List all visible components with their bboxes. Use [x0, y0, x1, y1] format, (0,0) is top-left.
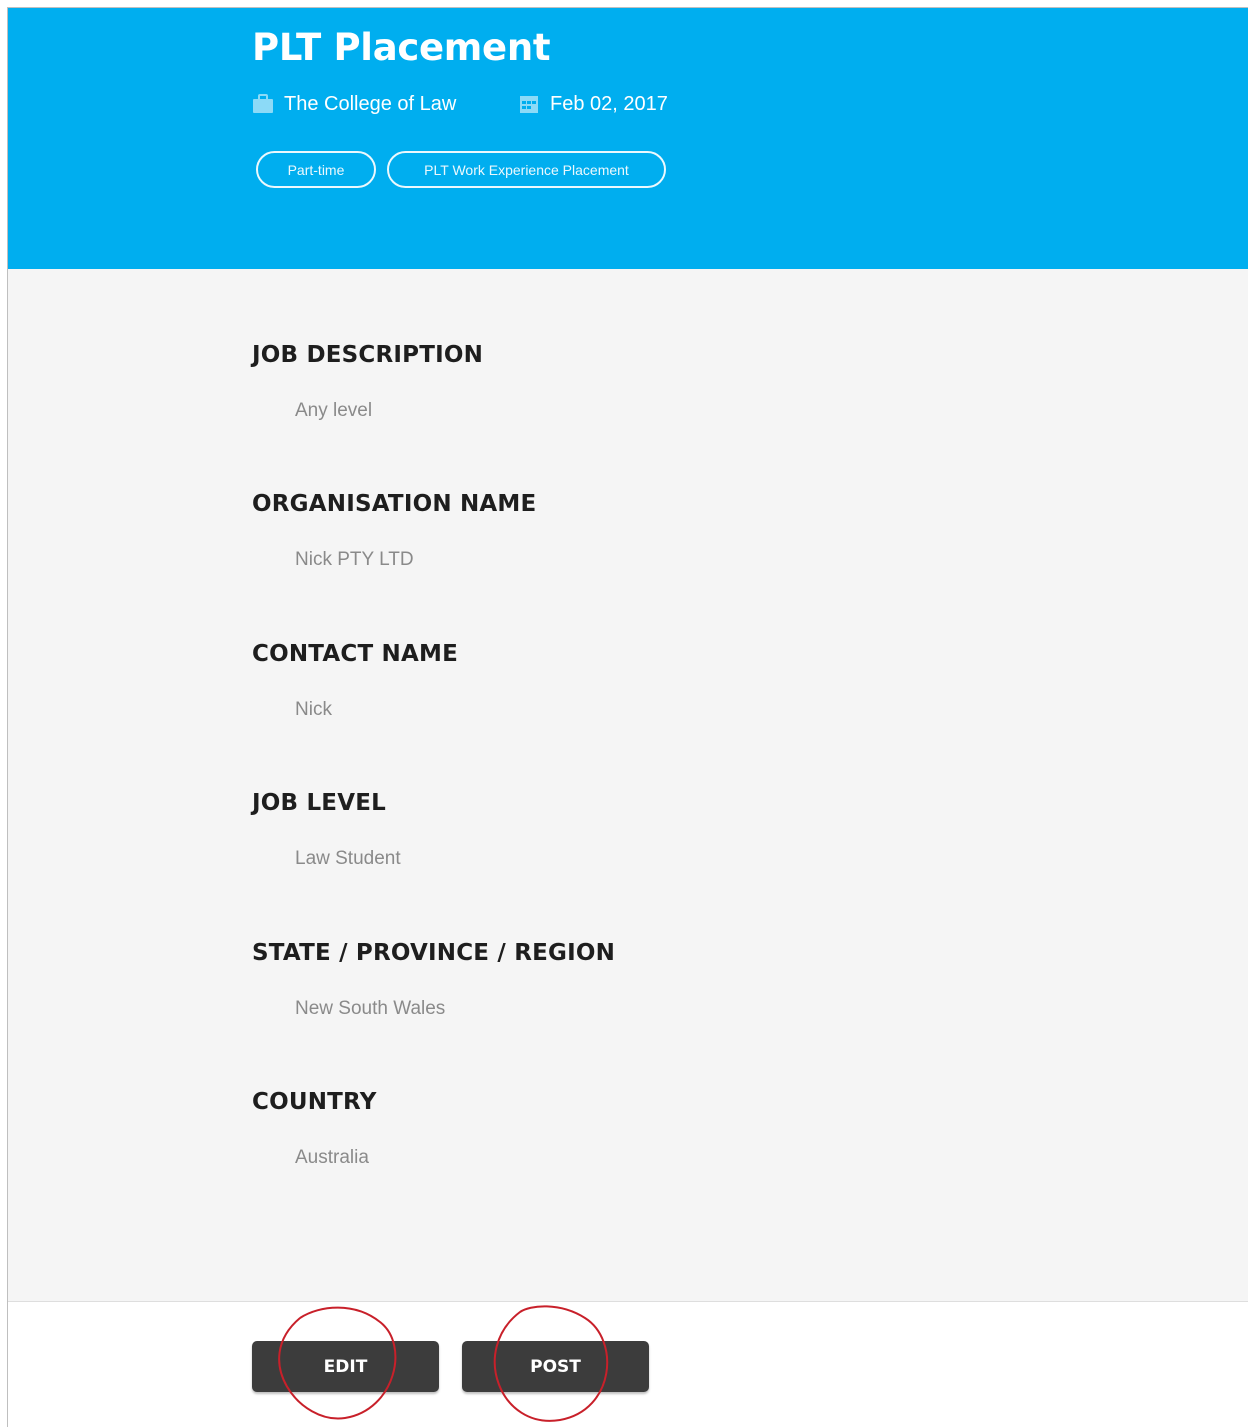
edit-button[interactable]: EDIT	[252, 1341, 439, 1392]
field-label: JOB DESCRIPTION	[252, 342, 484, 368]
tag-employment-type: Part-time	[256, 151, 376, 188]
field-value: Nick	[295, 699, 332, 720]
field-job-description: JOB DESCRIPTION Any level	[252, 342, 483, 422]
field-country: COUNTRY Australia	[252, 1089, 377, 1169]
field-label: STATE / PROVINCE / REGION	[252, 940, 616, 966]
field-label: COUNTRY	[252, 1089, 377, 1115]
briefcase-icon	[253, 94, 273, 113]
post-button[interactable]: POST	[462, 1341, 649, 1392]
field-value: Any level	[295, 400, 373, 421]
date-meta: Feb 02, 2017	[518, 92, 668, 116]
field-value: Nick PTY LTD	[295, 549, 414, 570]
field-value: Australia	[295, 1147, 369, 1168]
calendar-icon	[520, 96, 538, 113]
field-contact-name: CONTACT NAME Nick	[252, 641, 458, 721]
field-value: New South Wales	[295, 998, 446, 1019]
organisation-meta: The College of Law	[252, 92, 456, 116]
action-bar: EDIT POST	[8, 1301, 1248, 1427]
field-label: JOB LEVEL	[252, 790, 386, 816]
job-title: PLT Placement	[252, 26, 551, 69]
organisation-name: The College of Law	[284, 92, 457, 115]
job-header: PLT Placement The College of Law Feb 02,…	[8, 8, 1248, 269]
job-preview-page: PLT Placement The College of Law Feb 02,…	[7, 7, 1248, 1427]
field-value: Law Student	[295, 848, 401, 869]
field-label: CONTACT NAME	[252, 641, 459, 667]
field-label: ORGANISATION NAME	[252, 491, 537, 517]
field-job-level: JOB LEVEL Law Student	[252, 790, 401, 870]
posted-date: Feb 02, 2017	[550, 92, 668, 115]
field-organisation-name: ORGANISATION NAME Nick PTY LTD	[252, 491, 536, 571]
field-state-region: STATE / PROVINCE / REGION New South Wale…	[252, 940, 615, 1020]
tag-category: PLT Work Experience Placement	[387, 151, 666, 188]
